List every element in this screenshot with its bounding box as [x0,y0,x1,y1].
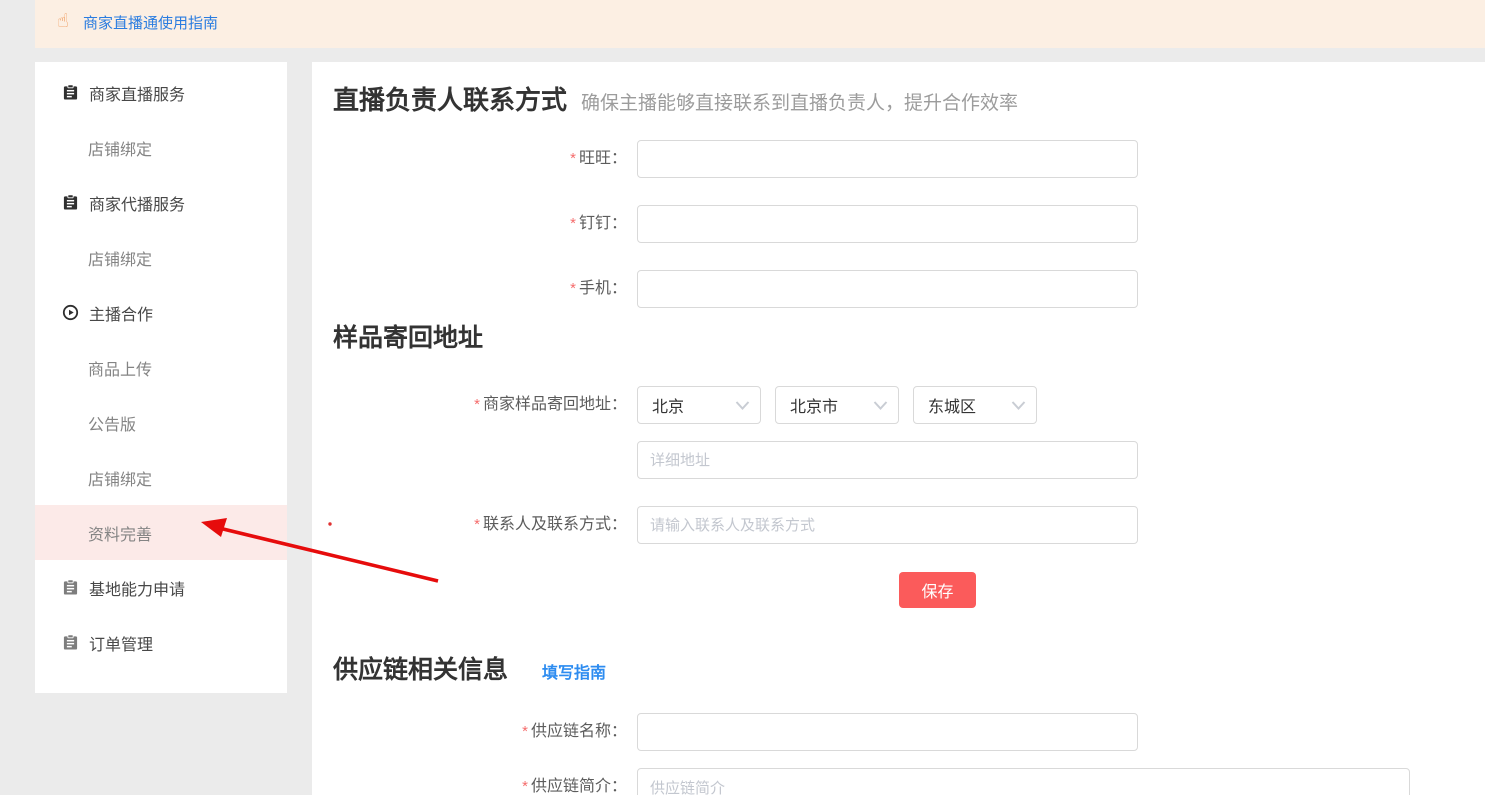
supply-name-input[interactable] [637,713,1138,751]
supply-section-title: 供应链相关信息 填写指南 [333,656,607,684]
required-mark: * [570,150,576,167]
clipboard-icon [62,194,79,211]
chevron-down-icon [873,400,888,410]
page: ☝ 商家直播通使用指南 商家直播服务 店铺绑定 商家代播服务 店铺绑定 主播合作… [0,0,1485,795]
sidebar-item-shop-binding-1[interactable]: 店铺绑定 [35,120,287,175]
clipboard-icon [62,84,79,101]
dingtalk-label: * 钉钉： [570,215,627,232]
contact-section-title: 直播负责人联系方式 [333,85,568,115]
chevron-down-icon [735,400,750,410]
contact-person-label: * 联系人及联系方式： [474,516,627,533]
clipboard-icon [62,634,79,651]
contact-person-input[interactable] [637,506,1138,544]
sidebar-item-profile-completion[interactable]: 资料完善 [35,505,287,560]
sidebar: 商家直播服务 店铺绑定 商家代播服务 店铺绑定 主播合作 商品上传 公告版 店铺… [35,62,287,693]
contact-section-subtitle: 确保主播能够直接联系到直播负责人，提升合作效率 [581,93,1019,114]
pointer-hand-icon: ☝ [57,11,69,32]
province-value: 北京 [652,399,685,416]
save-button[interactable]: 保存 [899,572,976,608]
dingtalk-row: * 钉钉： [312,205,1485,243]
contact-person-row: * 联系人及联系方式： [312,506,1485,544]
sidebar-item-label: 商家代播服务 [89,196,186,214]
mobile-row: * 手机： [312,270,1485,308]
sidebar-item-label: 店铺绑定 [88,141,153,159]
sidebar-item-label: 订单管理 [89,636,154,654]
sidebar-item-notice-board[interactable]: 公告版 [35,395,287,450]
guide-banner: ☝ 商家直播通使用指南 [35,0,1485,48]
required-mark: * [522,723,528,740]
district-select[interactable]: 东城区 [913,386,1037,424]
region-row: * 商家样品寄回地址： 北京 北京市 东城区 [312,386,1485,424]
sidebar-item-label: 资料完善 [88,526,153,544]
city-select[interactable]: 北京市 [775,386,899,424]
sidebar-item-base-capability-application[interactable]: 基地能力申请 [35,560,287,615]
sidebar-item-product-upload[interactable]: 商品上传 [35,340,287,395]
required-mark: * [474,396,480,413]
required-mark: * [570,215,576,232]
sidebar-item-label: 店铺绑定 [88,251,153,269]
video-play-icon [62,304,79,321]
mobile-label: * 手机： [570,280,627,297]
wangwang-row: * 旺旺： [312,140,1485,178]
wangwang-label: * 旺旺： [570,150,627,167]
detail-address-row [312,441,1485,479]
province-select[interactable]: 北京 [637,386,761,424]
clipboard-icon [62,579,79,596]
sidebar-item-order-management[interactable]: 订单管理 [35,615,287,670]
sidebar-item-label: 公告版 [88,416,137,434]
district-value: 东城区 [928,399,977,416]
sidebar-item-label: 商家直播服务 [89,86,186,104]
sidebar-item-label: 店铺绑定 [88,471,153,489]
chevron-down-icon [1011,400,1026,410]
sidebar-item-merchant-live-service[interactable]: 商家直播服务 [35,65,287,120]
sidebar-item-anchor-cooperation[interactable]: 主播合作 [35,285,287,340]
supply-name-label: * 供应链名称： [522,723,627,740]
sidebar-item-label: 基地能力申请 [89,581,186,599]
supply-intro-label: * 供应链简介： [522,778,627,795]
supply-guide-link[interactable]: 填写指南 [542,665,606,682]
supply-intro-row: * 供应链简介： [312,768,1485,795]
city-value: 北京市 [790,399,839,416]
supply-intro-textarea[interactable] [637,768,1410,795]
dingtalk-input[interactable] [637,205,1138,243]
sidebar-item-label: 商品上传 [88,361,153,379]
wangwang-input[interactable] [637,140,1138,178]
detail-address-input[interactable] [637,441,1138,479]
main-panel: 直播负责人联系方式 确保主播能够直接联系到直播负责人，提升合作效率 * 旺旺： * 钉… [312,62,1485,795]
address-section-title: 样品寄回地址 [333,324,484,352]
region-label: * 商家样品寄回地址： [474,396,627,413]
banner-guide-link[interactable]: 商家直播通使用指南 [83,0,218,48]
sidebar-item-shop-binding-2[interactable]: 店铺绑定 [35,230,287,285]
supply-name-row: * 供应链名称： [312,713,1485,751]
required-mark: * [522,778,528,795]
required-mark: * [570,280,576,297]
sidebar-item-shop-binding-3[interactable]: 店铺绑定 [35,450,287,505]
mobile-input[interactable] [637,270,1138,308]
page-title: 直播负责人联系方式 确保主播能够直接联系到直播负责人，提升合作效率 [333,80,1018,117]
sidebar-item-label: 主播合作 [89,306,154,324]
required-mark: * [474,516,480,533]
sidebar-item-agent-live-service[interactable]: 商家代播服务 [35,175,287,230]
